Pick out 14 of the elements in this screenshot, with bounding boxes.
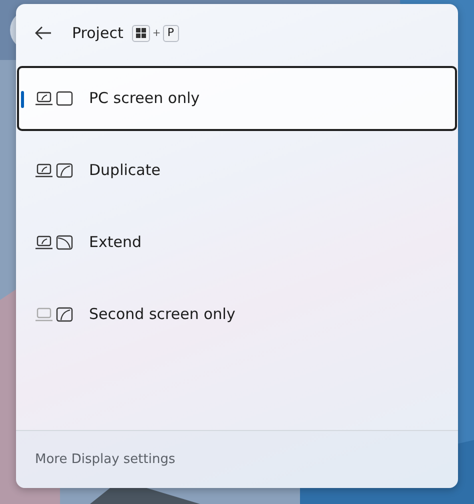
option-button[interactable]: Duplicate — [17, 138, 457, 203]
panel-title: Project — [72, 22, 124, 44]
option-button[interactable]: Second screen only — [17, 282, 457, 347]
windows-key-icon — [132, 24, 150, 42]
key-cap: P — [162, 24, 179, 42]
plus-sign: + — [152, 26, 161, 40]
option-button[interactable]: Extend — [17, 210, 457, 275]
second-screen-icon — [35, 307, 73, 322]
back-icon[interactable] — [34, 26, 52, 40]
extend-icon — [35, 235, 73, 250]
more-display-settings-link[interactable]: More Display settings — [35, 450, 176, 470]
duplicate-icon — [35, 163, 73, 178]
pc-screen-icon — [35, 91, 73, 106]
option-button[interactable]: PC screen only — [17, 66, 457, 131]
